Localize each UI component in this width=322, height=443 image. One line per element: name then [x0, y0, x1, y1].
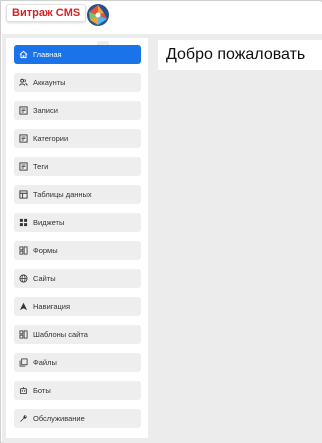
sidebar-item-label: Формы [33, 246, 58, 255]
document-icon [19, 162, 28, 171]
welcome-header: Добро пожаловать [158, 40, 322, 70]
sidebar-item-categories[interactable]: Категории [14, 129, 141, 148]
sidebar-item-site-templates[interactable]: Шаблоны сайта [14, 325, 141, 344]
sidebar-item-home[interactable]: Главная [14, 45, 141, 64]
sidebar-item-label: Шаблоны сайта [33, 330, 88, 339]
sidebar-item-posts[interactable]: Записи [14, 101, 141, 120]
sidebar-item-label: Навигация [33, 302, 71, 311]
home-icon [19, 50, 28, 59]
sidebar-item-widgets[interactable]: Виджеты [14, 213, 141, 232]
users-icon [19, 78, 28, 87]
sidebar-item-label: Таблицы данных [33, 190, 92, 199]
document-icon [19, 134, 28, 143]
sidebar-item-label: Обслуживание [33, 414, 85, 423]
forms-icon [19, 330, 28, 339]
bot-icon [19, 386, 28, 395]
globe-icon [19, 274, 28, 283]
document-icon [19, 106, 28, 115]
sidebar-item-label: Аккаунты [33, 78, 66, 87]
brand-title[interactable]: Витраж CMS [6, 4, 87, 22]
widgets-icon [19, 218, 28, 227]
sidebar-item-bots[interactable]: Боты [14, 381, 141, 400]
wrench-icon [19, 414, 28, 423]
sidebar-item-data-tables[interactable]: Таблицы данных [14, 185, 141, 204]
top-header: Витраж CMS [2, 2, 322, 34]
page-title: Добро пожаловать [166, 46, 306, 63]
sidebar-item-label: Записи [33, 106, 58, 115]
main-area: Главная Аккаунты Записи Категории Теги Таблиц… [2, 34, 322, 443]
sidebar-item-sites[interactable]: Сайты [14, 269, 141, 288]
sidebar-item-label: Главная [33, 50, 62, 59]
sidebar: Главная Аккаунты Записи Категории Теги Таблиц… [6, 38, 148, 438]
app-window: Витраж CMS Главная Аккаунты Записи Категори… [0, 0, 322, 443]
sidebar-item-label: Теги [33, 162, 49, 171]
sidebar-item-accounts[interactable]: Аккаунты [14, 73, 141, 92]
files-icon [19, 358, 28, 367]
vitrazh-logo-icon[interactable] [86, 3, 110, 27]
sidebar-item-tags[interactable]: Теги [14, 157, 141, 176]
navigation-arrow-icon [19, 302, 28, 311]
sidebar-item-maintenance[interactable]: Обслуживание [14, 409, 141, 428]
sidebar-item-forms[interactable]: Формы [14, 241, 141, 260]
table-icon [19, 190, 28, 199]
sidebar-item-files[interactable]: Файлы [14, 353, 141, 372]
forms-icon [19, 246, 28, 255]
sidebar-item-label: Боты [33, 386, 51, 395]
sidebar-item-navigation[interactable]: Навигация [14, 297, 141, 316]
sidebar-item-label: Категории [33, 134, 69, 143]
sidebar-item-label: Сайты [33, 274, 56, 283]
sidebar-item-label: Виджеты [33, 218, 65, 227]
sidebar-item-label: Файлы [33, 358, 57, 367]
